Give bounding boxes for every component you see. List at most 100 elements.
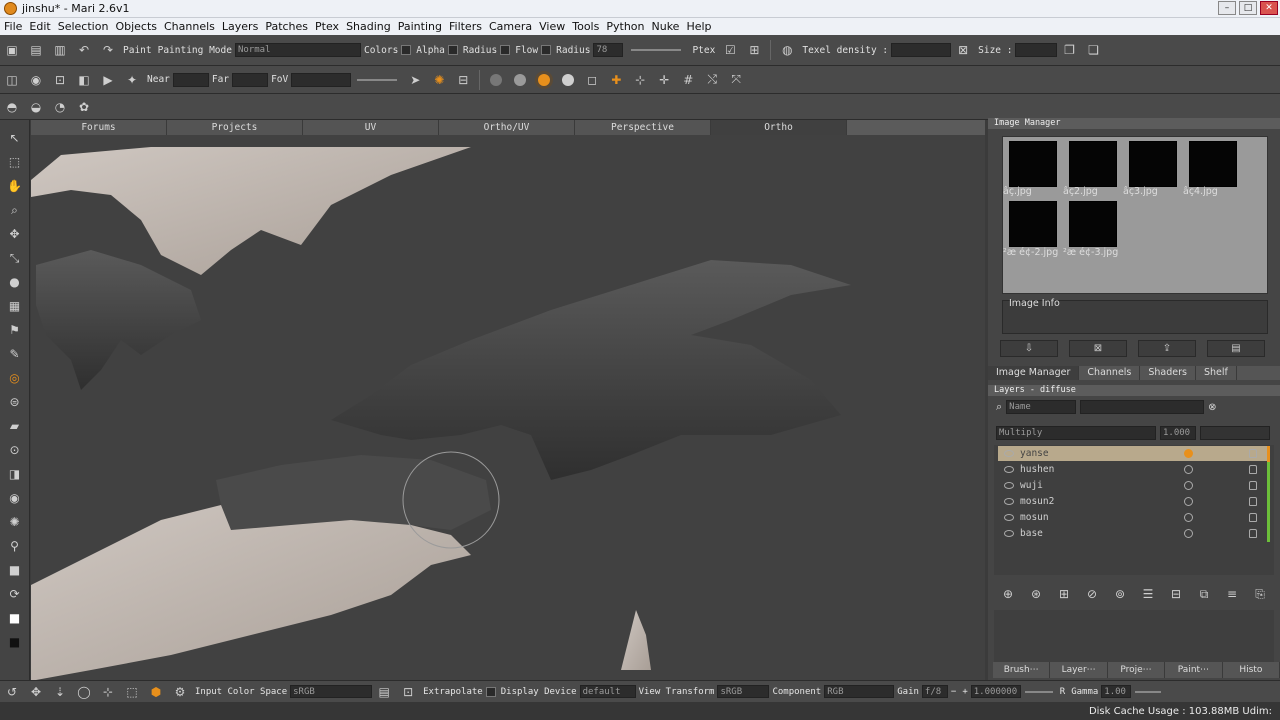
menu-selection[interactable]: Selection [58, 20, 109, 33]
grid-icon[interactable]: # [678, 70, 698, 90]
move-axis-icon[interactable]: ✛ [654, 70, 674, 90]
cluster-icon[interactable]: ✿ [74, 97, 94, 117]
far-input[interactable] [232, 72, 269, 87]
menu-nuke[interactable]: Nuke [652, 20, 680, 33]
painting-mode-select[interactable]: Normal [234, 43, 361, 57]
zoom-icon[interactable]: ⌕ [5, 200, 25, 220]
layout-a-icon[interactable]: ❐ [1059, 40, 1079, 60]
clear-icon[interactable]: ⊗ [1208, 402, 1216, 413]
visibility-icon[interactable] [1004, 498, 1014, 505]
menu-tools[interactable]: Tools [572, 20, 599, 33]
view-cube-icon[interactable]: ◫ [2, 70, 22, 90]
tab-layer[interactable]: Layer⋯ [1050, 662, 1108, 678]
visibility-icon[interactable] [1004, 466, 1014, 473]
paint-active-icon[interactable]: ◎ [5, 368, 25, 388]
globe-icon[interactable]: ◍ [777, 40, 797, 60]
open-icon[interactable]: ▤ [26, 40, 46, 60]
lock-icon[interactable] [1249, 497, 1257, 506]
eraser-icon[interactable]: ▰ [5, 416, 25, 436]
add-mask-icon[interactable]: ⊘ [1082, 584, 1102, 604]
blend-mode-select[interactable]: Multiply [996, 426, 1156, 440]
select-icon[interactable]: ↖ [5, 128, 25, 148]
display-device-select[interactable]: default [579, 685, 636, 698]
gamma-input[interactable]: 1.00 [1101, 685, 1132, 698]
3d-viewport[interactable] [31, 135, 985, 680]
pointer-icon[interactable]: ➤ [405, 70, 425, 90]
swap-colors-icon[interactable]: ⟳ [5, 584, 25, 604]
gain-mode-select[interactable]: f/8 [921, 685, 948, 698]
menu-layers[interactable]: Layers [222, 20, 258, 33]
add-group-icon[interactable]: ⊚ [1110, 584, 1130, 604]
transform-icon[interactable]: ⤡ [5, 248, 25, 268]
merge-icon[interactable]: ⊟ [1166, 584, 1186, 604]
gradient-icon[interactable]: ◨ [5, 464, 25, 484]
size-icon[interactable]: ⊠ [953, 40, 973, 60]
full-shade-icon[interactable] [562, 73, 575, 86]
layer-stack-icon[interactable]: ☰ [1138, 584, 1158, 604]
export-icon[interactable]: ⇪ [1138, 340, 1196, 357]
layer-row[interactable]: hushen [998, 461, 1270, 478]
menu-channels[interactable]: Channels [164, 20, 215, 33]
flow-checkbox[interactable] [541, 45, 552, 55]
ptex-check-icon[interactable]: ☑ [720, 40, 740, 60]
menu-patches[interactable]: Patches [265, 20, 308, 33]
menu-shading[interactable]: Shading [346, 20, 391, 33]
move-icon[interactable]: ✥ [5, 224, 25, 244]
frame-icon[interactable]: ⊡ [50, 70, 70, 90]
shuffle-icon[interactable]: ⤭ [702, 70, 722, 90]
tab-history[interactable]: Histo [1223, 662, 1280, 678]
lock-icon[interactable] [1249, 465, 1257, 474]
texel-density-input[interactable] [891, 43, 952, 57]
gain-increment[interactable]: + [962, 687, 967, 697]
brush-icon[interactable]: ✎ [5, 344, 25, 364]
color-settings-icon[interactable]: ⚙ [170, 682, 190, 702]
close-icon[interactable]: ✕ [1260, 1, 1278, 15]
stamp-icon[interactable]: ⚑ [5, 320, 25, 340]
orbit-icon[interactable]: ◯ [74, 682, 94, 702]
sun-icon[interactable]: ✺ [5, 512, 25, 532]
thumbnail[interactable] [1069, 141, 1117, 187]
tab-shaders[interactable]: Shaders [1140, 366, 1196, 380]
paint-through-icon[interactable]: ✺ [429, 70, 449, 90]
minimize-icon[interactable]: – [1218, 1, 1236, 15]
lock-icon[interactable] [1249, 529, 1257, 538]
extrapolate-icon[interactable]: ⊡ [398, 682, 418, 702]
frame-selection-icon[interactable]: ⬚ [122, 682, 142, 702]
thumbnail[interactable] [1009, 201, 1057, 247]
snap-icon[interactable]: ⤧ [726, 70, 746, 90]
menu-camera[interactable]: Camera [489, 20, 532, 33]
tab-brush[interactable]: Brush⋯ [993, 662, 1051, 678]
lock-icon[interactable] [1249, 481, 1257, 490]
tab-shelf[interactable]: Shelf [1196, 366, 1237, 380]
thumbnail[interactable] [1129, 141, 1177, 187]
copy-layer-icon[interactable]: ⧉ [1194, 584, 1214, 604]
thumbnail[interactable] [1069, 201, 1117, 247]
thumbnail[interactable] [1189, 141, 1237, 187]
visibility-icon[interactable] [1004, 530, 1014, 537]
new-icon[interactable]: ▣ [2, 40, 22, 60]
menu-edit[interactable]: Edit [29, 20, 50, 33]
hide-icon[interactable]: ◓ [2, 97, 22, 117]
tab-uv[interactable]: UV [303, 120, 439, 135]
lock-icon[interactable] [1249, 513, 1257, 522]
radius-slider[interactable] [631, 49, 682, 51]
marquee-icon[interactable]: ⬚ [5, 152, 25, 172]
pin-icon[interactable]: ✚ [606, 70, 626, 90]
gain-input[interactable]: 1.000000 [970, 685, 1021, 698]
projector-icon[interactable]: ✦ [122, 70, 142, 90]
add-layer-icon[interactable]: ⊕ [998, 584, 1018, 604]
opacity-slider[interactable] [1200, 426, 1270, 440]
view-transform-select[interactable]: sRGB [717, 685, 770, 698]
tab-channels[interactable]: Channels [1079, 366, 1141, 380]
undo-icon[interactable]: ↶ [74, 40, 94, 60]
play-icon[interactable]: ▶ [98, 70, 118, 90]
swatch-icon[interactable]: ■ [5, 560, 25, 580]
layer-row[interactable]: base [998, 525, 1270, 542]
lock-icon[interactable] [1249, 449, 1257, 458]
paste-layer-icon[interactable]: ⎘ [1250, 584, 1270, 604]
redo-icon[interactable]: ↷ [98, 40, 118, 60]
menu-help[interactable]: Help [686, 20, 711, 33]
grid-toggle-icon[interactable]: ⊟ [453, 70, 473, 90]
hand-icon[interactable]: ✋ [5, 176, 25, 196]
add-procedural-icon[interactable]: ⊞ [1054, 584, 1074, 604]
